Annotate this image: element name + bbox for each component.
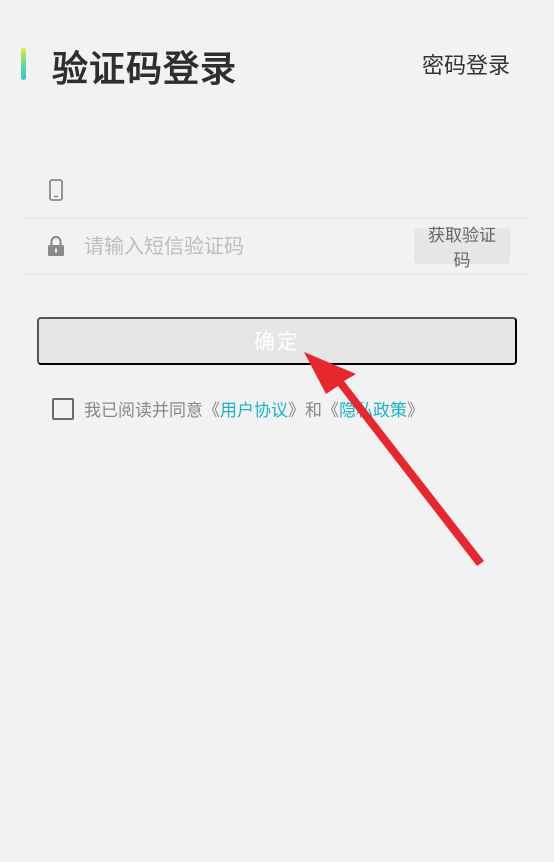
annotation-arrow-icon [304, 352, 484, 566]
password-login-link[interactable]: 密码登录 [422, 48, 510, 80]
user-agreement-link[interactable]: 用户协议 [220, 396, 288, 421]
page-title: 验证码登录 [52, 49, 238, 90]
confirm-button[interactable]: 确定 [37, 317, 517, 365]
lock-icon [46, 234, 66, 258]
agreement-middle: 》和《 [288, 401, 339, 421]
privacy-policy-link[interactable]: 隐私政策 [339, 396, 407, 421]
phone-icon [46, 178, 66, 202]
agreement: 我已阅读并同意《 用户协议 》和《 隐私政策 》 [52, 396, 424, 421]
sms-code-input[interactable] [82, 225, 414, 267]
title-accent-bar [21, 48, 26, 80]
agreement-suffix: 》 [407, 401, 424, 421]
agreement-prefix: 我已阅读并同意《 [84, 401, 220, 421]
get-code-button[interactable]: 获取验证码 [414, 226, 510, 271]
code-row: 获取验证码 [22, 218, 532, 275]
agreement-checkbox[interactable] [52, 397, 74, 420]
header: 验证码登录 密码登录 [0, 0, 554, 120]
phone-row [22, 162, 532, 219]
phone-input[interactable] [82, 169, 532, 211]
